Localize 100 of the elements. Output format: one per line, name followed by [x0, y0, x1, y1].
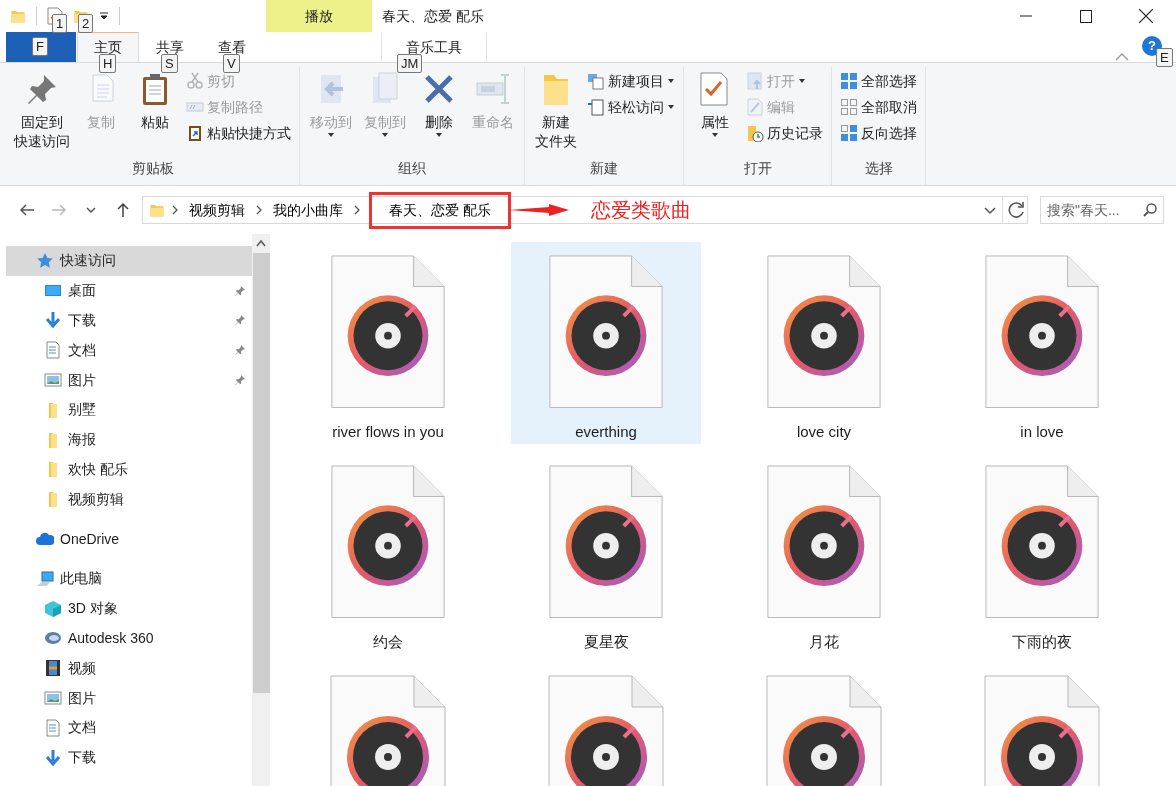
music-file-icon — [984, 465, 1100, 619]
nav-item[interactable]: 文档 — [6, 712, 252, 743]
star-icon — [36, 251, 54, 270]
file-item[interactable]: in love — [947, 242, 1137, 444]
ribbon-button[interactable]: 属性 — [689, 67, 741, 158]
close-icon — [1139, 9, 1153, 23]
document-icon — [44, 341, 62, 360]
file-item[interactable]: 夏星夜 — [511, 452, 701, 654]
refresh-icon[interactable] — [1007, 200, 1027, 220]
nav-item[interactable]: 图片 — [6, 683, 252, 713]
music-file-icon — [330, 465, 446, 619]
tab-group-header: 播放 — [266, 0, 372, 32]
nav-item[interactable]: 下载 — [6, 305, 252, 336]
new-item-icon — [587, 72, 605, 90]
file-name: 约会 — [373, 631, 403, 652]
nav-item[interactable]: 别墅 — [6, 395, 252, 425]
group-label: 组织 — [397, 159, 427, 178]
open-icon — [746, 72, 764, 90]
keytip: H — [99, 54, 117, 73]
down-arrow-icon — [44, 311, 62, 330]
breadcrumb[interactable]: 视频剪辑 — [185, 199, 249, 221]
nav-item[interactable]: 桌面 — [6, 275, 252, 306]
select-all-icon — [840, 72, 858, 90]
document-icon — [587, 98, 605, 116]
keytip: S — [161, 54, 178, 73]
group-label: 选择 — [863, 159, 894, 178]
annotation-text: 恋爱类歌曲 — [590, 198, 691, 223]
edit-icon — [746, 98, 764, 116]
nav-item[interactable]: 视频剪辑 — [6, 484, 252, 515]
search-field[interactable]: 搜索"春天... — [1040, 196, 1164, 224]
file-name: love city — [796, 421, 852, 442]
breadcrumb[interactable]: 春天、恋爱 配乐 — [375, 199, 505, 221]
file-item[interactable]: 约会 — [293, 452, 483, 654]
scrollbar-thumb[interactable] — [252, 253, 270, 693]
group-label: 新建 — [589, 159, 619, 178]
ribbon-button[interactable]: 新建项目 — [584, 69, 678, 93]
file-item[interactable]: love city — [729, 242, 919, 444]
document-icon — [44, 718, 62, 737]
nav-item[interactable]: 欢快 配乐 — [6, 454, 252, 485]
address-bar[interactable]: 视频剪辑 我的小曲库 春天、恋爱 配乐 恋爱类歌曲 — [142, 196, 1028, 224]
music-file-icon — [984, 255, 1100, 409]
nav-item[interactable]: 文档 — [6, 335, 252, 366]
breadcrumb[interactable]: 我的小曲库 — [269, 199, 347, 221]
ribbon-button[interactable]: 全部选择 — [837, 69, 920, 93]
file-name: river flows in you — [332, 421, 444, 442]
film-icon — [44, 659, 62, 678]
window-title: 春天、恋爱 配乐 — [381, 6, 484, 26]
maximize-icon — [1080, 9, 1092, 23]
picture-icon — [44, 689, 62, 708]
rename-icon — [475, 71, 511, 107]
keytip: F — [32, 37, 48, 56]
keytip: V — [223, 54, 240, 73]
ribbon-button[interactable]: 粘贴快捷方式 — [183, 121, 294, 145]
clipboard-icon — [186, 124, 204, 142]
file-name: 下雨的夜 — [1012, 631, 1072, 652]
scrollbar[interactable] — [252, 234, 270, 786]
ribbon-button[interactable]: 历史记录 — [743, 121, 826, 145]
group-label: 剪贴板 — [130, 159, 175, 178]
scissors-icon — [186, 72, 204, 90]
file-name: 月花 — [809, 631, 839, 652]
computer-icon — [36, 569, 54, 588]
music-file-icon — [766, 255, 882, 409]
picture-icon — [44, 371, 62, 390]
select-none-icon — [840, 98, 858, 116]
file-name: 夏星夜 — [583, 631, 629, 652]
music-file-icon — [330, 675, 446, 786]
cube-icon — [44, 599, 62, 618]
nav-item[interactable]: 快速访问 — [6, 246, 252, 276]
file-item[interactable]: river flows in you — [293, 242, 483, 444]
ribbon-button[interactable]: 轻松访问 — [584, 95, 678, 119]
caret-icon[interactable] — [99, 11, 109, 21]
music-file-icon — [330, 255, 446, 409]
nav-item[interactable]: 视频 — [6, 653, 252, 684]
minimize-icon — [1020, 15, 1032, 17]
nav-item[interactable]: OneDrive — [6, 524, 252, 554]
nav-item[interactable]: 3D 对象 — [6, 593, 252, 624]
music-file-icon — [548, 465, 664, 619]
nav-item[interactable]: 海报 — [6, 424, 252, 455]
group-label: 打开 — [742, 159, 773, 178]
search-icon[interactable] — [1142, 202, 1158, 218]
ribbon-button[interactable]: 新建 文件夹 — [530, 67, 582, 158]
file-item[interactable]: 月花 — [729, 452, 919, 654]
nav-item[interactable]: 此电脑 — [6, 563, 252, 594]
keytip: E — [1156, 48, 1173, 67]
nav-item[interactable]: 图片 — [6, 365, 252, 395]
music-file-icon — [548, 675, 664, 786]
file-name: everthing — [575, 421, 637, 442]
ribbon-button[interactable]: 反向选择 — [837, 121, 920, 145]
music-file-icon — [766, 465, 882, 619]
ribbon-button[interactable]: 固定到 快速访问 — [11, 67, 73, 158]
file-item[interactable]: 下雨的夜 — [947, 452, 1137, 654]
nav-item[interactable]: Autodesk 360 — [6, 623, 252, 654]
music-file-icon — [766, 675, 882, 786]
history-icon — [746, 124, 764, 142]
music-file-icon — [984, 675, 1100, 786]
keytip: 2 — [78, 14, 94, 33]
keytip: JM — [397, 54, 423, 73]
ribbon-button[interactable]: 全部取消 — [837, 95, 920, 119]
file-item[interactable]: everthing — [511, 242, 701, 444]
nav-item[interactable]: 下载 — [6, 742, 252, 773]
